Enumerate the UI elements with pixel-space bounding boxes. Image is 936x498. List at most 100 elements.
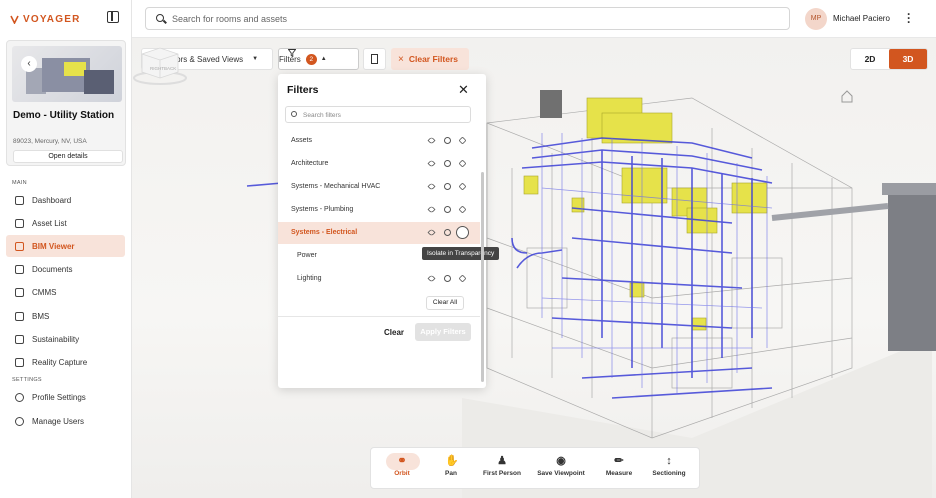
chevron-left-icon[interactable]: ‹ [21, 56, 37, 72]
sidebar-item-manage-users[interactable]: Manage Users [6, 410, 125, 432]
view-3d-button[interactable]: 3D [889, 49, 927, 69]
transparency-icon[interactable] [458, 159, 467, 168]
filter-search-input[interactable] [303, 109, 463, 121]
transparency-icon[interactable] [458, 136, 467, 145]
search-bar[interactable] [145, 7, 790, 30]
scrollbar[interactable] [481, 172, 484, 382]
clear-filters-label: Clear Filters [408, 54, 458, 64]
filter-funnel-icon [288, 49, 296, 57]
voyager-logo-icon [10, 15, 19, 24]
tool-measure[interactable]: ✏ Measure [591, 453, 647, 485]
transparency-icon[interactable] [458, 274, 467, 283]
caret-down-icon: ▼ [252, 56, 259, 62]
tool-label: Orbit [394, 470, 410, 477]
filter-row-architecture[interactable]: Architecture [278, 153, 480, 175]
tool-sectioning[interactable]: ↕ Sectioning [641, 453, 697, 485]
view-2d-button[interactable]: 2D [851, 49, 889, 69]
filter-row-label: Systems - Electrical [291, 229, 358, 236]
user-name[interactable]: Michael Paciero [833, 14, 890, 23]
tooltip: Isolate in Transparency [422, 247, 500, 260]
folder-icon [15, 264, 24, 274]
filters-dropdown[interactable]: Filters 2 ▲ [278, 48, 359, 70]
divider [278, 316, 480, 317]
sidebar-item-sustainability[interactable]: Sustainability [6, 328, 125, 350]
isolate-icon[interactable] [444, 160, 451, 167]
search-icon [156, 14, 164, 22]
sidebar-item-bms[interactable]: BMS [6, 305, 125, 327]
sidebar-item-label: CMMS [32, 287, 57, 297]
search-input[interactable] [172, 11, 772, 27]
isolate-icon[interactable] [444, 183, 451, 190]
sidebar-item-asset-list[interactable]: Asset List [6, 212, 125, 234]
sidebar-item-label: Profile Settings [32, 392, 86, 402]
tool-save-viewpoint[interactable]: ◉ Save Viewpoint [533, 453, 589, 485]
tool-label: Sectioning [652, 470, 686, 477]
transparency-icon[interactable] [458, 182, 467, 191]
filter-row-plumbing[interactable]: Systems - Plumbing [278, 199, 480, 221]
eye-icon[interactable] [427, 182, 436, 191]
tool-label: Pan [445, 470, 457, 477]
dashboard-icon [15, 195, 24, 205]
camera-icon: ◉ [556, 455, 566, 467]
filter-row-label: Lighting [297, 275, 322, 282]
filter-row-electrical[interactable]: Systems - Electrical [278, 222, 480, 244]
isolate-icon[interactable] [444, 229, 451, 236]
filter-row-mechanical-hvac[interactable]: Systems - Mechanical HVAC [278, 176, 480, 198]
sidebar-item-dashboard[interactable]: Dashboard [6, 189, 125, 211]
bim-viewer-icon [15, 241, 24, 251]
site-name: Demo - Utility Station [13, 110, 115, 121]
collapse-sidebar-icon[interactable] [107, 11, 119, 23]
sidebar-item-documents[interactable]: Documents [6, 258, 125, 280]
door-icon [371, 54, 378, 64]
tool-pan[interactable]: ✋ Pan [423, 453, 479, 485]
more-options-icon[interactable]: · · · [907, 8, 913, 28]
sidebar-item-reality-capture[interactable]: Reality Capture [6, 351, 125, 373]
eye-icon[interactable] [427, 274, 436, 283]
bim-viewer-canvas[interactable]: Floors & Saved Views ▼ Filters 2 ▲ × Cle… [132, 38, 936, 498]
apply-filters-button[interactable]: Apply Filters [415, 323, 471, 341]
close-icon: × [398, 53, 404, 65]
tool-label: Measure [605, 470, 633, 477]
filter-row-label: Assets [291, 137, 313, 144]
tool-first-person[interactable]: ♟ First Person [474, 453, 530, 485]
eye-icon[interactable] [427, 159, 436, 168]
filter-search-bar[interactable] [285, 106, 471, 123]
isolate-icon[interactable] [444, 206, 451, 213]
sidebar-item-label: BMS [32, 311, 50, 321]
sidebar-item-profile-settings[interactable]: Profile Settings [6, 386, 125, 408]
eye-icon[interactable] [427, 136, 436, 145]
sidebar-item-cmms[interactable]: CMMS [6, 281, 125, 303]
profile-icon [15, 392, 24, 402]
clear-filters-button[interactable]: × Clear Filters [391, 48, 469, 70]
eye-icon[interactable] [427, 228, 436, 237]
tool-orbit[interactable]: ⚭ Orbit [374, 453, 430, 485]
clear-all-button[interactable]: Clear All [426, 296, 464, 310]
transparency-icon[interactable] [456, 226, 469, 239]
section-label-main: MAIN [12, 180, 27, 186]
transparency-icon[interactable] [458, 205, 467, 214]
bottom-toolbar: ⚭ Orbit ✋ Pan ♟ First Person ◉ Save View… [370, 447, 700, 489]
sidebar-item-bim-viewer[interactable]: BIM Viewer [6, 235, 125, 257]
sidebar-item-label: Sustainability [32, 334, 80, 344]
avatar[interactable]: MP [805, 8, 827, 30]
eye-icon[interactable] [427, 205, 436, 214]
filters-panel: Filters ✕ Assets Architecture Systems - … [278, 74, 500, 388]
site-address: 89023, Mercury, NV, USA [13, 138, 87, 145]
isolate-icon[interactable] [444, 275, 451, 282]
view-cube[interactable]: RIGHT BACK [132, 38, 188, 86]
brand-logo[interactable]: VOYAGER [10, 12, 81, 26]
clear-button[interactable]: Clear [384, 328, 404, 337]
filter-row-label: Systems - Mechanical HVAC [291, 183, 381, 190]
sidebar-item-label: BIM Viewer [32, 241, 75, 251]
brand-name: VOYAGER [23, 13, 81, 25]
door-filter-button[interactable] [363, 48, 386, 70]
filter-row-lighting[interactable]: Lighting [278, 268, 480, 290]
open-details-button[interactable]: Open details [13, 150, 123, 163]
close-icon[interactable]: ✕ [458, 82, 469, 98]
sidebar: VOYAGER ‹ Demo - Utility Station 89023, … [0, 0, 132, 498]
filter-row-assets[interactable]: Assets [278, 130, 480, 152]
person-icon: ♟ [497, 455, 507, 467]
isolate-icon[interactable] [444, 137, 451, 144]
sustainability-icon [15, 334, 24, 344]
viewcube-back-label: BACK [164, 66, 176, 71]
